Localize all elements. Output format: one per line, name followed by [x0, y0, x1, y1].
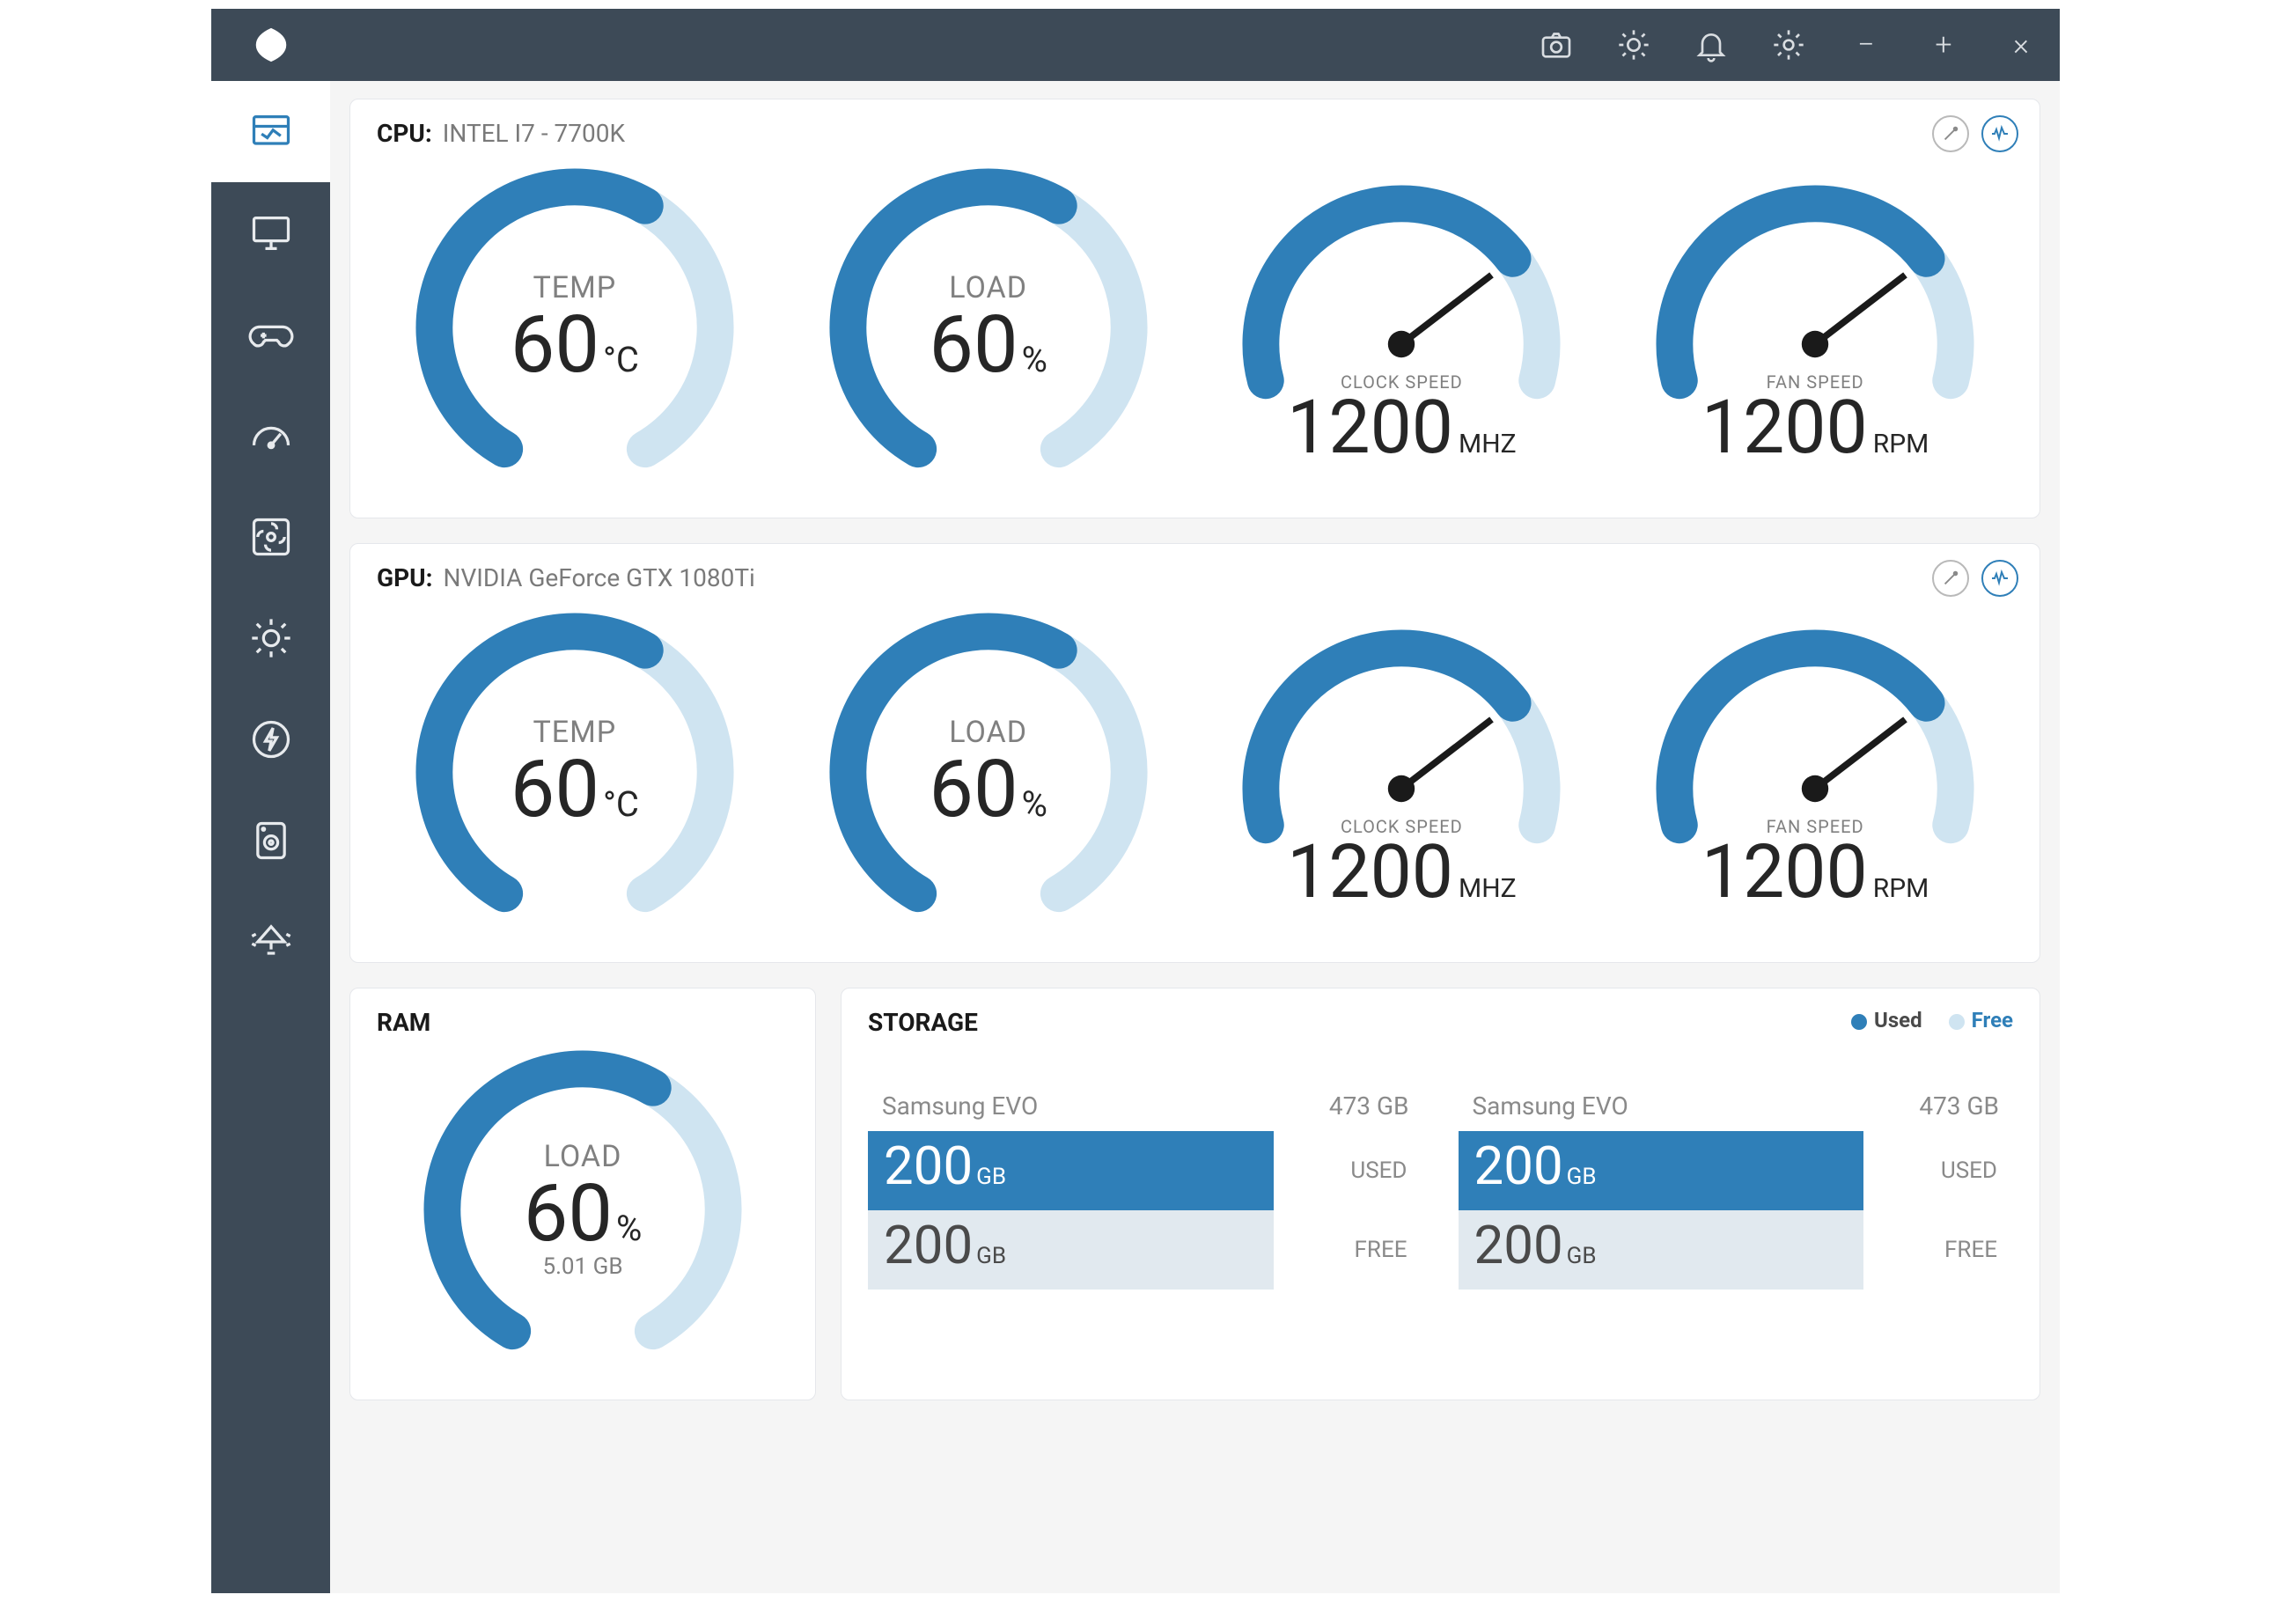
drive-0-name: Samsung EVO: [882, 1091, 1038, 1121]
gpu-name: NVIDIA GeForce GTX 1080Ti: [443, 563, 754, 592]
sidebar: [211, 81, 330, 1593]
cpu-load-gauge: LOAD 60%: [790, 160, 1187, 495]
drive-0: Samsung EVO 473 GB 200GB USED 200GB FREE: [868, 1081, 1423, 1290]
ram-load-gauge: LOAD 60% 5.01 GB: [377, 1042, 789, 1377]
sidebar-item-power[interactable]: [211, 688, 330, 790]
cpu-clock-unit: MHZ: [1459, 431, 1517, 458]
drive-0-free-label: FREE: [1274, 1210, 1423, 1290]
drive-1-free-bar: 200GB FREE: [1459, 1210, 2014, 1290]
notifications-icon[interactable]: [1672, 9, 1750, 81]
gpu-section-label: GPU:: [377, 563, 432, 592]
cpu-clock-value: 1200: [1287, 391, 1453, 465]
drive-1-used-value: 200: [1474, 1140, 1563, 1193]
gpu-clock-unit: MHZ: [1459, 876, 1517, 902]
app-logo-icon: [211, 25, 330, 65]
cpu-name: INTEL I7 - 7700K: [443, 119, 625, 148]
minimize-button[interactable]: −: [1827, 9, 1905, 81]
brightness-icon[interactable]: [1595, 9, 1672, 81]
drive-0-free-unit: GB: [976, 1245, 1006, 1268]
legend-free-dot-icon: [1949, 1014, 1965, 1030]
gpu-fan-value: 1200: [1701, 835, 1868, 909]
cpu-temp-gauge: TEMP 60°C: [377, 160, 773, 495]
drive-0-total: 473 GB: [1329, 1091, 1409, 1121]
gpu-temp-unit: °C: [603, 787, 639, 822]
sidebar-item-computer[interactable]: [211, 182, 330, 283]
drive-1-used-unit: GB: [1567, 1165, 1597, 1188]
gpu-fan-gauge: FAN SPEED 1200RPM: [1617, 605, 2013, 939]
app-window: − + × CPU: INTEL I7 - 7700K: [211, 9, 2060, 1593]
sidebar-item-cooling[interactable]: [211, 486, 330, 587]
cpu-temp-value: 60: [511, 305, 599, 385]
drive-0-used-unit: GB: [976, 1165, 1006, 1188]
cpu-fan-value: 1200: [1701, 391, 1868, 465]
sidebar-item-gaming[interactable]: [211, 283, 330, 385]
titlebar: − + ×: [211, 9, 2060, 81]
drive-1-used-label: USED: [1863, 1131, 2013, 1210]
legend-used-dot-icon: [1851, 1014, 1867, 1030]
gpu-fan-unit: RPM: [1873, 876, 1929, 902]
ram-card: RAM LOAD 60% 5.01 GB: [349, 988, 816, 1400]
gpu-needle-icon[interactable]: [1932, 560, 1969, 597]
legend-used-label: Used: [1874, 1008, 1922, 1032]
drive-0-free-bar: 200GB FREE: [868, 1210, 1423, 1290]
ram-section-label: RAM: [377, 1008, 430, 1037]
gpu-clock-gauge: CLOCK SPEED 1200MHZ: [1204, 605, 1600, 939]
cpu-section-label: CPU:: [377, 119, 432, 148]
gpu-card: GPU: NVIDIA GeForce GTX 1080Ti TEMP 60°C: [349, 543, 2040, 963]
close-button[interactable]: ×: [1982, 9, 2060, 81]
cpu-fan-gauge: FAN SPEED 1200RPM: [1617, 160, 2013, 495]
gpu-temp-gauge: TEMP 60°C: [377, 605, 773, 939]
ram-load-value: 60: [524, 1174, 613, 1253]
sidebar-item-lighting[interactable]: [211, 587, 330, 688]
content-area: CPU: INTEL I7 - 7700K TEMP 60°C: [330, 81, 2060, 1593]
gpu-load-value: 60: [929, 750, 1018, 829]
cpu-fan-unit: RPM: [1873, 431, 1929, 458]
cpu-card: CPU: INTEL I7 - 7700K TEMP 60°C: [349, 99, 2040, 518]
screenshot-icon[interactable]: [1518, 9, 1595, 81]
ram-load-unit: %: [616, 1211, 642, 1246]
ram-load-sub: 5.01 GB: [542, 1253, 622, 1280]
drive-1-free-value: 200: [1474, 1219, 1563, 1272]
drive-1-total: 473 GB: [1919, 1091, 1999, 1121]
gpu-load-gauge: LOAD 60%: [790, 605, 1187, 939]
gpu-clock-value: 1200: [1287, 835, 1453, 909]
cpu-load-value: 60: [929, 305, 1018, 385]
drive-1-name: Samsung EVO: [1473, 1091, 1628, 1121]
drive-0-used-bar: 200GB USED: [868, 1131, 1423, 1210]
drive-0-used-label: USED: [1274, 1131, 1423, 1210]
legend-free-label: Free: [1972, 1008, 2013, 1032]
drive-1-used-bar: 200GB USED: [1459, 1131, 2014, 1210]
cpu-temp-unit: °C: [603, 342, 639, 378]
drive-1-free-unit: GB: [1567, 1245, 1597, 1268]
storage-legend: Used Free: [1851, 1008, 2013, 1032]
sidebar-item-performance[interactable]: [211, 385, 330, 486]
storage-section-label: STORAGE: [868, 1008, 978, 1037]
sidebar-item-alerts[interactable]: [211, 891, 330, 992]
sidebar-item-storage[interactable]: [211, 790, 330, 891]
drive-0-used-value: 200: [884, 1140, 973, 1193]
gpu-load-unit: %: [1022, 787, 1047, 822]
gpu-temp-value: 60: [511, 750, 599, 829]
gpu-graph-icon[interactable]: [1981, 560, 2018, 597]
drive-1-free-label: FREE: [1863, 1210, 2013, 1290]
cpu-graph-icon[interactable]: [1981, 115, 2018, 152]
cpu-needle-icon[interactable]: [1932, 115, 1969, 152]
cpu-load-unit: %: [1022, 342, 1047, 378]
cpu-clock-gauge: CLOCK SPEED 1200MHZ: [1204, 160, 1600, 495]
maximize-button[interactable]: +: [1905, 9, 1982, 81]
settings-icon[interactable]: [1750, 9, 1827, 81]
sidebar-item-dashboard[interactable]: [211, 81, 330, 182]
storage-card: STORAGE Used Free Samsung EVO 473 GB: [841, 988, 2040, 1400]
drive-1: Samsung EVO 473 GB 200GB USED 200GB FREE: [1459, 1081, 2014, 1290]
drive-0-free-value: 200: [884, 1219, 973, 1272]
